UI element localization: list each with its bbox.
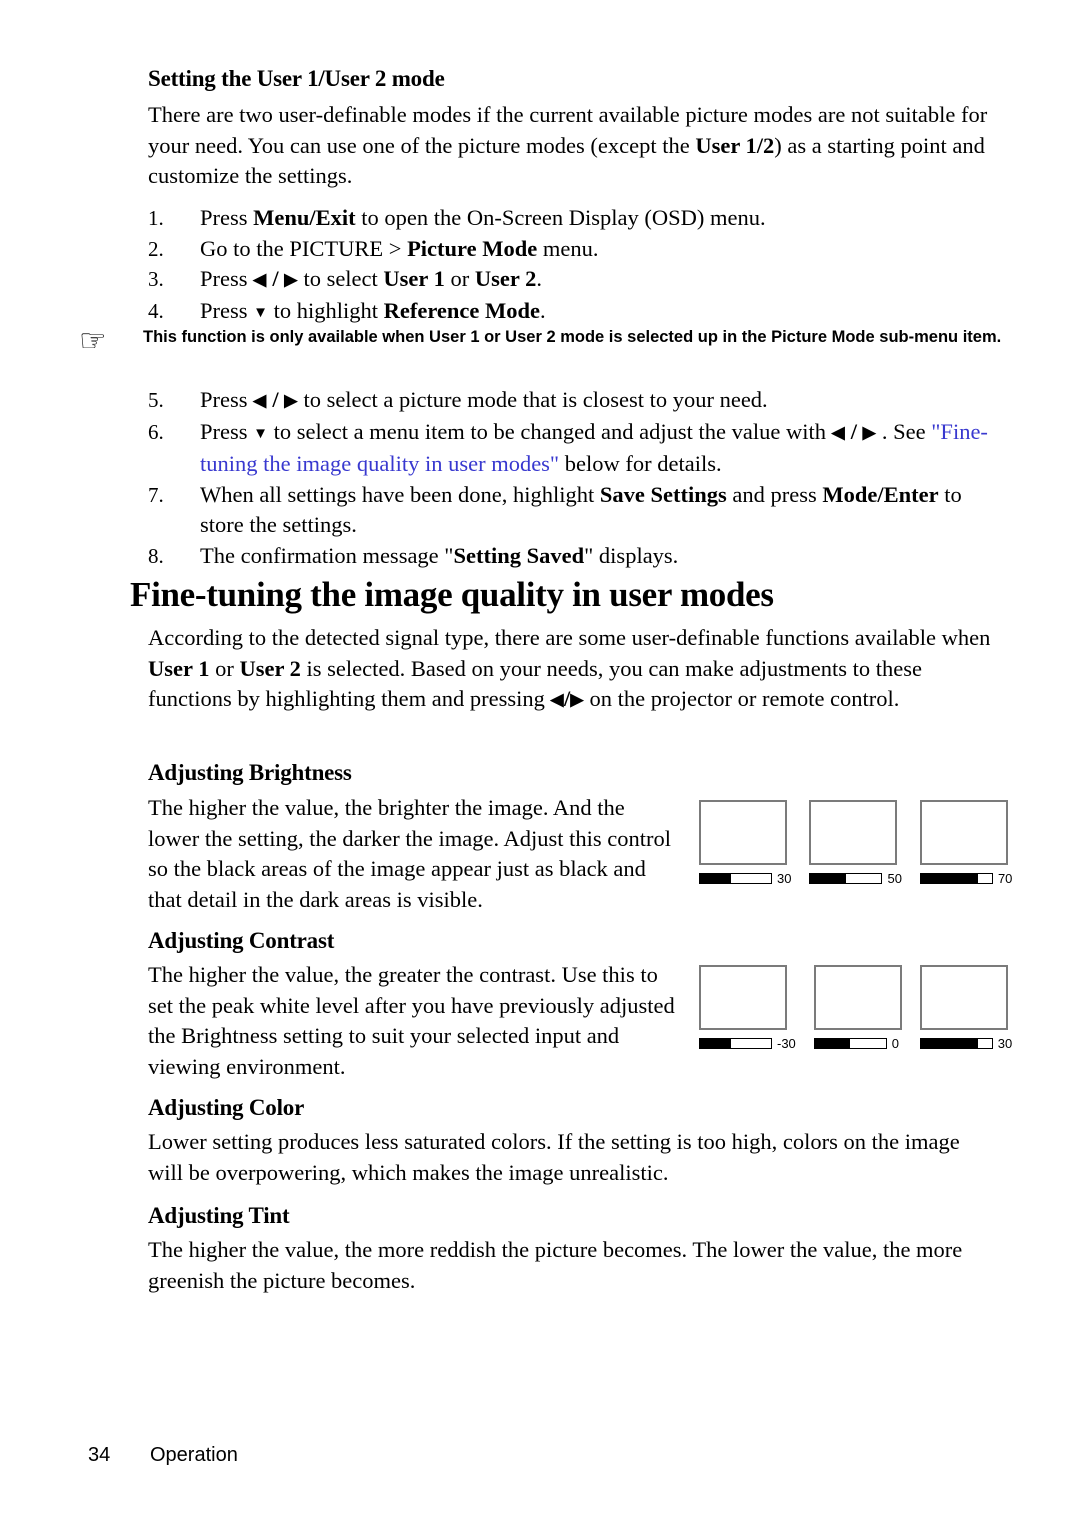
list-item: 6. Press ▼ to select a menu item to be c… — [148, 417, 998, 480]
value-bar-fill — [920, 874, 978, 883]
sample-image-thumbnail — [919, 965, 1008, 1030]
list-number: 7. — [148, 482, 164, 507]
list-item: 2. Go to the PICTURE > Picture Mode menu… — [148, 234, 998, 265]
list-item: 5. Press ◀ / ▶ to select a picture mode … — [148, 385, 998, 417]
brightness-sample-3: 70 — [919, 800, 1013, 886]
list-number: 3. — [148, 267, 164, 291]
sample-image-thumbnail — [919, 800, 1008, 865]
value-bar-fill — [920, 1039, 978, 1048]
paragraph-color: Lower setting produces less saturated co… — [148, 1129, 960, 1185]
value-label: 0 — [891, 1036, 900, 1051]
paragraph-brightness: The higher the value, the brighter the i… — [148, 795, 672, 912]
paragraph-fine-tuning-intro: According to the detected signal type, t… — [148, 625, 991, 711]
heading-adjusting-tint: Adjusting Tint — [148, 1203, 290, 1228]
right-arrow-icon: ▶ — [570, 690, 584, 709]
step-text: When all settings have been done, highli… — [200, 481, 962, 538]
value-bar-fill — [700, 874, 732, 883]
step-text: Press ◀ / ▶ to select a picture mode tha… — [200, 387, 768, 412]
down-arrow-icon: ▼ — [253, 425, 268, 442]
pointing-hand-icon: ☞ — [79, 323, 107, 359]
heading-adjusting-color: Adjusting Color — [148, 1095, 305, 1120]
intro-bold-user12: User 1/2 — [695, 132, 775, 158]
contrast-sample-1: -30 — [699, 965, 796, 1050]
footer-page-number: 34 — [88, 1444, 111, 1466]
contrast-sample-row: -30 0 30 — [699, 965, 1012, 1050]
brightness-sample-2: 50 — [809, 800, 902, 886]
value-bar-group: 30 — [919, 1036, 1013, 1051]
left-arrow-icon: ◀ — [831, 422, 846, 442]
steps-list-1-4: 1. Press Menu/Exit to open the On-Screen… — [148, 203, 998, 328]
brightness-sample-row: 30 50 70 — [699, 800, 1012, 885]
list-item: 1. Press Menu/Exit to open the On-Screen… — [148, 203, 998, 234]
sample-image-thumbnail — [699, 800, 787, 865]
value-bar-fill — [810, 874, 846, 883]
step-text: Go to the PICTURE > Picture Mode menu. — [200, 235, 599, 261]
list-number: 1. — [148, 206, 164, 230]
value-bar-group: 30 — [699, 872, 791, 885]
value-label: 30 — [997, 1036, 1013, 1051]
list-item: 3. Press ◀ / ▶ to select User 1 or User … — [148, 264, 998, 296]
value-bar-fill — [700, 1039, 732, 1048]
paragraph-contrast: The higher the value, the greater the co… — [148, 962, 675, 1079]
list-item: 7. When all settings have been done, hig… — [148, 480, 998, 541]
footer-section-label: Operation — [150, 1444, 238, 1466]
value-bar — [699, 873, 772, 884]
note-callout: This function is only available when Use… — [143, 328, 1002, 346]
right-arrow-icon: ▶ — [284, 270, 298, 289]
left-arrow-icon: ◀ — [550, 690, 565, 709]
value-label: -30 — [777, 1036, 796, 1051]
heading-adjusting-contrast: Adjusting Contrast — [148, 928, 335, 953]
step-text: Press ▼ to highlight Reference Mode. — [200, 297, 546, 323]
value-bar-group: 70 — [919, 871, 1013, 886]
sample-image-thumbnail — [699, 965, 787, 1030]
step-text: Press ◀ / ▶ to select User 1 or User 2. — [200, 266, 542, 291]
contrast-sample-2: 0 — [813, 965, 902, 1051]
value-bar — [813, 1038, 887, 1049]
sample-image-thumbnail — [813, 965, 902, 1030]
value-label: 50 — [887, 871, 902, 886]
down-arrow-icon: ▼ — [253, 304, 268, 321]
value-bar-group: 0 — [813, 1036, 902, 1051]
paragraph-tint: The higher the value, the more reddish t… — [148, 1237, 963, 1293]
value-bar-group: -30 — [699, 1037, 796, 1050]
manual-page: Setting the User 1/User 2 mode There are… — [0, 0, 1080, 1529]
value-bar-fill — [814, 1039, 851, 1048]
page-footer: 34 Operation — [88, 1444, 238, 1467]
heading-adjusting-brightness: Adjusting Brightness — [148, 760, 352, 785]
step-text: Press ▼ to select a menu item to be chan… — [200, 418, 988, 477]
left-arrow-icon: ◀ — [253, 391, 267, 410]
page-title: Fine-tuning the image quality in user mo… — [130, 575, 774, 614]
list-number: 4. — [148, 298, 164, 323]
list-item: 8. The confirmation message "Setting Sav… — [148, 541, 998, 572]
value-label: 30 — [777, 871, 792, 886]
step-text: Press Menu/Exit to open the On-Screen Di… — [200, 205, 766, 230]
value-bar-group: 50 — [809, 871, 902, 886]
right-arrow-icon: ▶ — [862, 422, 877, 442]
value-bar — [699, 1038, 772, 1049]
value-label: 70 — [997, 871, 1013, 886]
brightness-sample-1: 30 — [699, 800, 791, 885]
paragraph-user-mode-intro: There are two user-definable modes if th… — [148, 100, 996, 192]
value-bar — [919, 1038, 993, 1049]
contrast-sample-3: 30 — [919, 965, 1013, 1051]
steps-list-5-8: 5. Press ◀ / ▶ to select a picture mode … — [148, 385, 998, 571]
list-number: 8. — [148, 543, 164, 568]
value-bar — [809, 873, 883, 884]
list-number: 2. — [148, 236, 164, 261]
list-number: 5. — [148, 388, 164, 412]
sample-image-thumbnail — [809, 800, 898, 865]
step-text: The confirmation message "Setting Saved"… — [200, 542, 679, 568]
right-arrow-icon: ▶ — [284, 391, 298, 410]
value-bar — [919, 873, 993, 884]
left-arrow-icon: ◀ — [253, 270, 267, 289]
list-item: 4. Press ▼ to highlight Reference Mode. — [148, 296, 998, 329]
heading-setting-user-mode: Setting the User 1/User 2 mode — [148, 66, 445, 91]
list-number: 6. — [148, 419, 164, 444]
